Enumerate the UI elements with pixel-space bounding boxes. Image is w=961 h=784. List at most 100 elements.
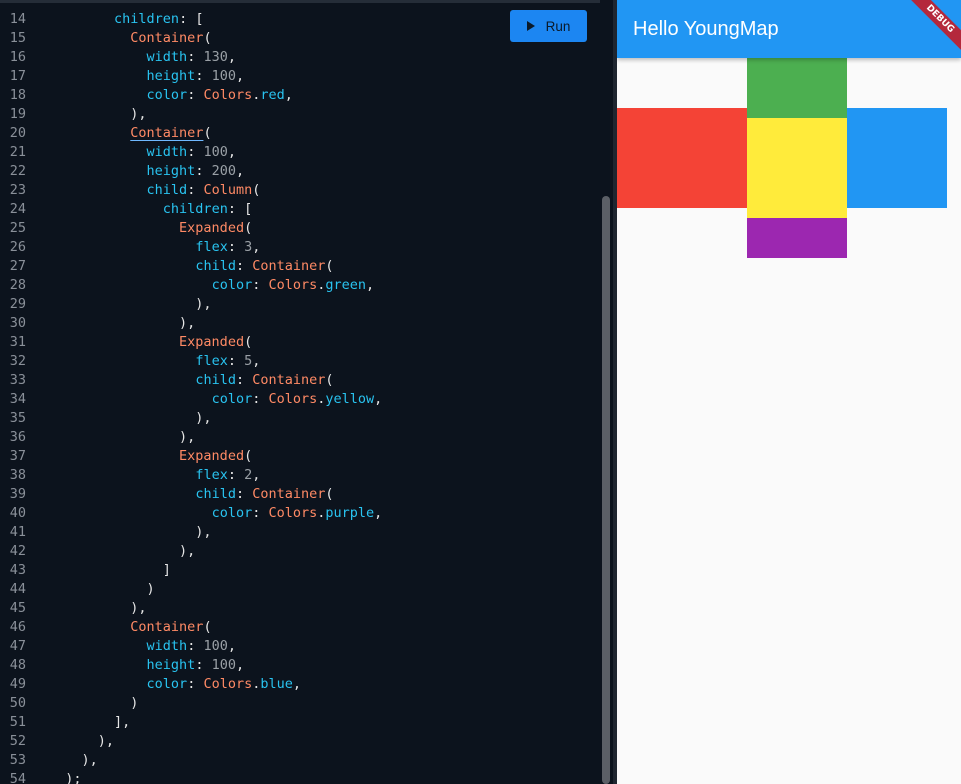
code-line[interactable]: 43 ] (0, 561, 600, 580)
code-line[interactable]: 25 Expanded( (0, 219, 600, 238)
code-text: ] (49, 561, 171, 580)
code-line[interactable]: 38 flex: 2, (0, 466, 600, 485)
code-token: children (162, 201, 228, 217)
code-token: ( (244, 448, 253, 464)
code-line[interactable]: 27 child: Container( (0, 257, 600, 276)
code-line[interactable]: 53 ), (0, 751, 600, 770)
code-line[interactable]: 40 color: Colors.purple, (0, 504, 600, 523)
code-line[interactable]: 21 width: 100, (0, 143, 600, 162)
editor-scrollbar-thumb[interactable] (602, 196, 610, 784)
code-line[interactable]: 54 ); (0, 770, 600, 784)
code-line[interactable]: 22 height: 200, (0, 162, 600, 181)
code-text: width: 100, (49, 637, 236, 656)
code-token: ( (325, 258, 334, 274)
code-line[interactable]: 36 ), (0, 428, 600, 447)
code-token: ], (49, 714, 131, 730)
line-number: 15 (9, 30, 26, 46)
code-text: ), (49, 751, 98, 770)
line-number: 27 (9, 258, 26, 274)
code-text: Container( (49, 124, 211, 143)
code-token: : (187, 87, 204, 103)
code-line[interactable]: 49 color: Colors.blue, (0, 675, 600, 694)
code-text: child: Container( (49, 257, 334, 276)
line-number: 37 (9, 448, 26, 464)
code-line[interactable]: 44 ) (0, 580, 600, 599)
code-token: ) (49, 695, 139, 711)
code-token: height (146, 657, 196, 673)
code-line[interactable]: 34 color: Colors.yellow, (0, 390, 600, 409)
code-lines[interactable]: 14 children: [15 Container(16 width: 130… (0, 10, 600, 784)
code-text: child: Container( (49, 371, 333, 390)
code-token: , (374, 505, 383, 521)
line-number: 28 (9, 277, 26, 293)
line-number: 35 (9, 410, 26, 426)
line-number: 26 (9, 239, 26, 255)
code-text: width: 130, (49, 48, 236, 67)
code-token: : (235, 372, 253, 388)
code-text: height: 100, (49, 656, 245, 675)
code-line[interactable]: 35 ), (0, 409, 600, 428)
code-line[interactable]: 29 ), (0, 295, 600, 314)
code-text: ), (49, 428, 195, 447)
code-token: : (252, 505, 269, 521)
code-line[interactable]: 48 height: 100, (0, 656, 600, 675)
code-line[interactable]: 39 child: Container( (0, 485, 600, 504)
code-line[interactable]: 37 Expanded( (0, 447, 600, 466)
line-number: 20 (9, 125, 26, 141)
code-line[interactable]: 45 ), (0, 599, 600, 618)
code-line[interactable]: 28 color: Colors.green, (0, 276, 600, 295)
code-text: ), (49, 542, 195, 561)
run-button[interactable]: Run (510, 10, 587, 42)
code-line[interactable]: 18 color: Colors.red, (0, 86, 600, 105)
code-line[interactable]: 50 ) (0, 694, 600, 713)
line-number: 42 (9, 543, 26, 559)
code-text: ), (49, 599, 146, 618)
code-token: , (235, 68, 245, 84)
code-line[interactable]: 31 Expanded( (0, 333, 600, 352)
editor-top-border (0, 0, 613, 3)
line-number: 54 (9, 771, 26, 784)
code-token: : (195, 163, 212, 179)
code-token: 100 (211, 657, 236, 673)
code-line[interactable]: 20 Container( (0, 124, 600, 143)
line-number: 49 (9, 676, 26, 692)
code-line[interactable]: 33 child: Container( (0, 371, 600, 390)
code-line[interactable]: 26 flex: 3, (0, 238, 600, 257)
line-number: 46 (9, 619, 26, 635)
line-number: 17 (9, 68, 26, 84)
line-number: 52 (9, 733, 26, 749)
code-token: Container (130, 619, 204, 635)
code-token: flex (195, 353, 228, 369)
code-line[interactable]: 19 ), (0, 105, 600, 124)
code-line[interactable]: 30 ), (0, 314, 600, 333)
code-line[interactable]: 17 height: 100, (0, 67, 600, 86)
code-editor[interactable]: 14 children: [15 Container(16 width: 130… (0, 0, 613, 784)
line-number: 16 (9, 49, 26, 65)
code-line[interactable]: 46 Container( (0, 618, 600, 637)
code-line[interactable]: 16 width: 130, (0, 48, 600, 67)
code-token: 100 (203, 144, 228, 160)
code-text: color: Colors.blue, (49, 675, 301, 694)
code-line[interactable]: 24 children: [ (0, 200, 600, 219)
code-line[interactable]: 41 ), (0, 523, 600, 542)
code-text: ); (49, 770, 81, 784)
code-line[interactable]: 51 ], (0, 713, 600, 732)
code-line[interactable]: 47 width: 100, (0, 637, 600, 656)
code-line[interactable]: 32 flex: 5, (0, 352, 600, 371)
code-line[interactable]: 42 ), (0, 542, 600, 561)
code-token: , (227, 49, 236, 65)
code-token: , (252, 467, 261, 483)
code-line[interactable]: 23 child: Column( (0, 181, 600, 200)
code-line[interactable]: 52 ), (0, 732, 600, 751)
run-button-label: Run (545, 18, 571, 34)
